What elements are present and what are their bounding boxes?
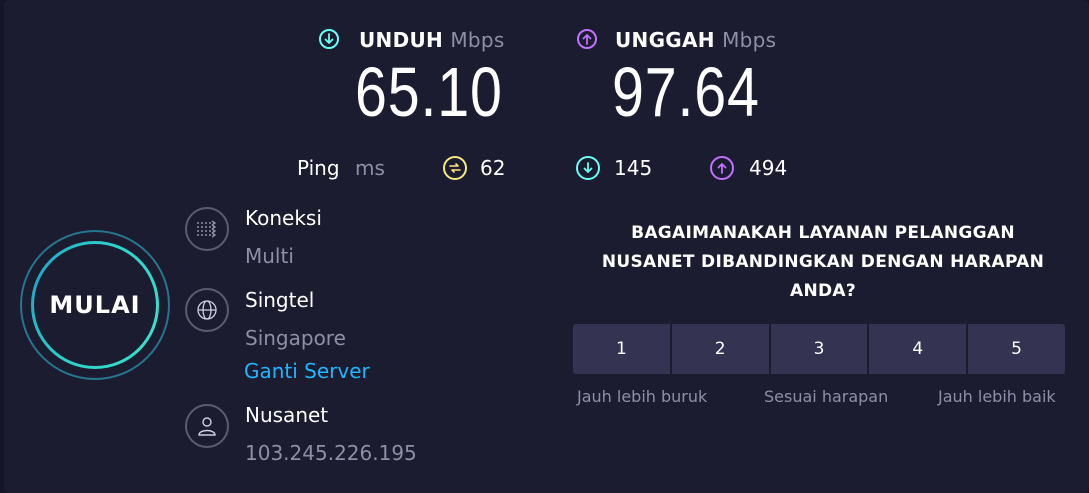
survey-question-line-3: ANDA? <box>789 281 856 301</box>
connection-value: Multi <box>245 244 294 268</box>
download-label: UNDUH Mbps <box>359 28 505 52</box>
ping-download-value: 145 <box>614 156 653 180</box>
download-unit: Mbps <box>450 28 505 52</box>
start-button[interactable]: MULAI <box>31 241 159 369</box>
download-latency-icon <box>576 156 600 180</box>
rating-option-3[interactable]: 3 <box>770 324 868 374</box>
provider-ip: 103.245.226.195 <box>245 441 417 465</box>
idle-latency-icon <box>443 156 467 180</box>
upload-latency-icon <box>710 156 734 180</box>
connection-title: Koneksi <box>245 206 322 230</box>
scale-mid-label: Sesuai harapan <box>764 387 889 406</box>
scale-high-label: Jauh lebih baik <box>938 387 1056 406</box>
survey-question-line-2: NUSANET DIBANDINGKAN DENGAN HARAPAN <box>601 252 1045 272</box>
scale-low-label: Jauh lebih buruk <box>577 387 708 406</box>
rating-option-5[interactable]: 5 <box>968 324 1065 374</box>
upload-unit: Mbps <box>722 28 777 52</box>
download-arrow-icon <box>319 29 339 49</box>
globe-icon <box>185 288 229 332</box>
upload-speed-value: 97.64 <box>612 53 760 131</box>
connections-icon <box>185 207 229 251</box>
rating-option-2[interactable]: 2 <box>671 324 769 374</box>
ping-unit: ms <box>355 156 385 180</box>
rating-option-1[interactable]: 1 <box>573 324 670 374</box>
start-button-label: MULAI <box>49 291 141 319</box>
rating-scale: 1 2 3 4 5 <box>573 324 1065 374</box>
server-name: Singtel <box>245 288 315 312</box>
upload-arrow-icon <box>577 29 597 49</box>
download-speed-value: 65.10 <box>355 53 503 131</box>
server-location: Singapore <box>245 326 346 350</box>
survey-question-line-1: BAGAIMANAKAH LAYANAN PELANGGAN <box>631 223 1015 243</box>
user-icon <box>185 404 229 448</box>
rating-option-4[interactable]: 4 <box>869 324 967 374</box>
change-server-link[interactable]: Ganti Server <box>244 359 370 383</box>
ping-upload-value: 494 <box>749 156 788 180</box>
ping-label: Ping <box>297 156 340 180</box>
upload-label: UNGGAH Mbps <box>615 28 777 52</box>
provider-name: Nusanet <box>245 403 329 427</box>
ping-idle-value: 62 <box>480 156 506 180</box>
